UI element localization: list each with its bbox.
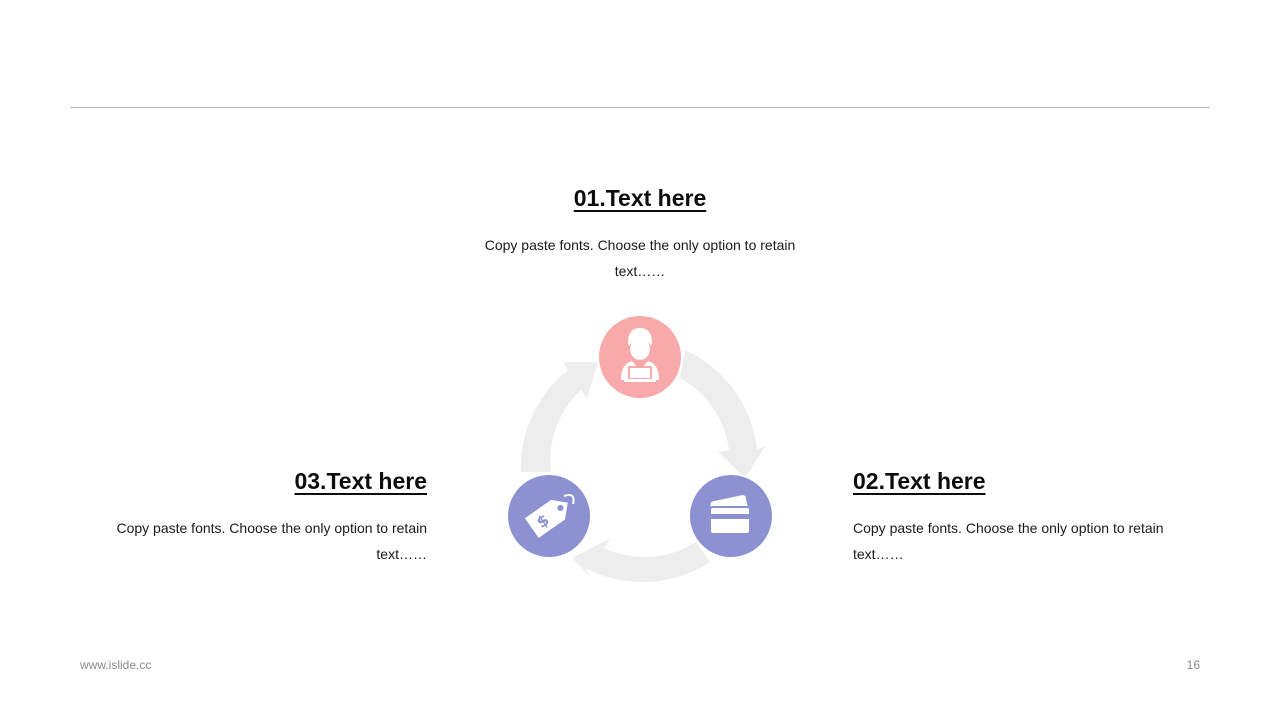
node-3: $ — [506, 473, 592, 559]
page-number: 16 — [1186, 658, 1200, 672]
item-2-description: Copy paste fonts. Choose the only option… — [853, 520, 1164, 562]
node-1 — [597, 314, 683, 400]
item-2-title: 02.Text here — [853, 468, 986, 494]
item-1-description: Copy paste fonts. Choose the only option… — [484, 237, 796, 279]
footer-website: www.islide.cc — [80, 658, 152, 672]
arrow-1-to-2 — [680, 350, 766, 478]
arrow-3-to-1 — [520, 362, 598, 472]
item-1-title: 01.Text here — [573, 185, 707, 211]
node-2 — [688, 473, 774, 559]
arrow-2-to-3 — [572, 538, 710, 583]
cycle-diagram: $ — [506, 314, 774, 583]
top-divider — [70, 107, 1210, 108]
item-3-description: Copy paste fonts. Choose the only option… — [116, 520, 427, 562]
item-3-title: 03.Text here — [294, 468, 427, 494]
